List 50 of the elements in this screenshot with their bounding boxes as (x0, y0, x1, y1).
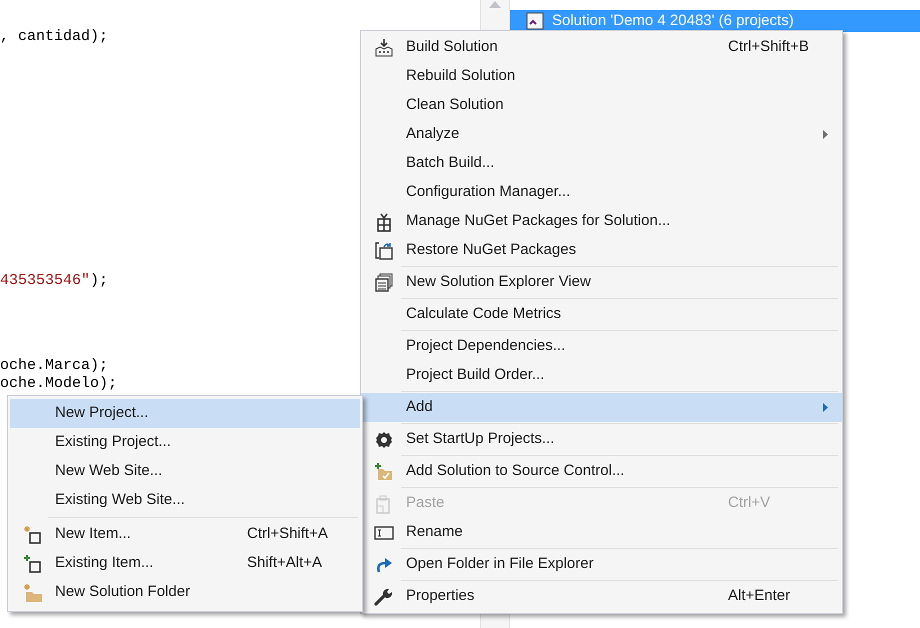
scroll-up-icon[interactable] (489, 1, 501, 8)
package-icon (376, 212, 392, 232)
submenu-arrow-icon (823, 130, 828, 139)
code-line: oche.Marca); (0, 357, 108, 375)
menu-item[interactable]: Restore NuGet Packages (361, 236, 842, 265)
menu-item[interactable]: Add Solution to Source Control... (361, 457, 842, 486)
shortcut-text: Alt+Enter (728, 586, 792, 606)
wrench-icon (374, 586, 394, 606)
menu-item[interactable]: Project Dependencies... (361, 332, 842, 361)
menu-item[interactable]: Properties Alt+Enter (361, 582, 842, 611)
paste-icon (374, 494, 392, 514)
menu-item[interactable]: Configuration Manager... (361, 178, 842, 207)
rename-icon (374, 526, 394, 540)
menu-item[interactable]: Rename (361, 518, 842, 547)
menu-item[interactable]: Build Solution Ctrl+Shift+B (361, 33, 842, 62)
menu-item[interactable]: New Solution Folder (10, 578, 360, 607)
shortcut-text: Ctrl+V (728, 493, 772, 514)
menu-item[interactable]: Existing Web Site... (10, 486, 360, 515)
menu-item[interactable]: Clean Solution (361, 91, 842, 120)
node-label: Solution 'Demo 4 20483' (6 projects) (552, 10, 794, 31)
menu-item[interactable]: Existing Item... Shift+Alt+A (10, 549, 360, 578)
menu-item[interactable]: New Project... (10, 399, 360, 428)
menu-item[interactable]: Batch Build... (361, 149, 842, 178)
code-line: 435353546"); (0, 272, 108, 290)
folder-add-icon (374, 462, 394, 482)
code-line: oche.Modelo); (0, 375, 118, 393)
menu-item[interactable]: Manage NuGet Packages for Solution... (361, 207, 842, 236)
menu-item[interactable]: New Web Site... (10, 457, 360, 486)
shortcut-text: Ctrl+Shift+B (728, 37, 810, 58)
shortcut-text: Ctrl+Shift+A (247, 524, 329, 544)
menu-item[interactable]: Set StartUp Projects... (361, 425, 842, 454)
code-line: , cantidad); (0, 28, 108, 46)
menu-item[interactable]: Open Folder in File Explorer (361, 550, 842, 579)
menu-item[interactable]: Project Build Order... (361, 361, 842, 390)
menu-item[interactable]: Analyze (361, 120, 842, 149)
menu-item[interactable]: Existing Project... (10, 428, 360, 457)
menu-item[interactable]: Calculate Code Metrics (361, 300, 842, 329)
menu-item[interactable]: New Solution Explorer View (361, 268, 842, 297)
menu-item[interactable]: New Item... Ctrl+Shift+A (10, 520, 360, 549)
new-item-icon (22, 524, 42, 544)
submenu-arrow-icon (823, 403, 828, 412)
shortcut-text: Shift+Alt+A (247, 553, 324, 574)
existing-item-icon (22, 554, 42, 574)
window-icon (374, 272, 394, 292)
new-folder-icon (22, 582, 42, 602)
menu-item[interactable]: Rebuild Solution (361, 62, 842, 91)
build-icon (374, 38, 394, 58)
settings-icon (374, 430, 392, 448)
menu-item[interactable]: Add (361, 393, 842, 422)
restore-icon (374, 240, 394, 260)
